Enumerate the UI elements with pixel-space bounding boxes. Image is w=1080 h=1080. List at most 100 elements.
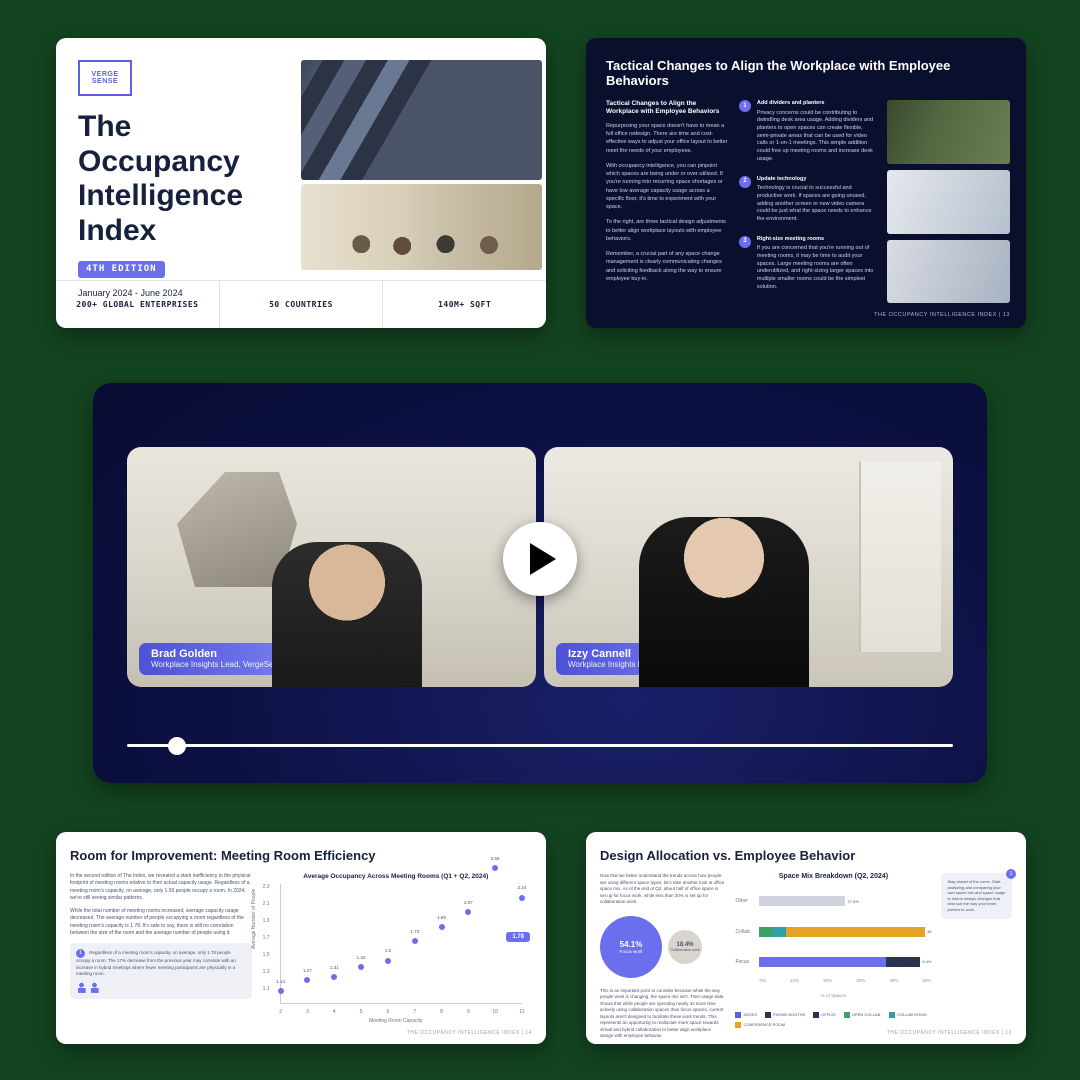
body-text: Repurposing your space doesn't have to m… (606, 122, 729, 155)
play-button[interactable] (503, 522, 577, 596)
data-point (492, 865, 498, 871)
bar-segment (786, 927, 925, 937)
data-point (439, 924, 445, 930)
body-text: Remember, a crucial part of any space ch… (606, 250, 729, 283)
x-tick: 8 (440, 1009, 443, 1015)
photo-thumb (887, 100, 1010, 164)
body-text: To the right, are three tactical design … (606, 218, 729, 243)
x-tick: 11 (519, 1009, 524, 1015)
x-axis-label: Meeting Room Capacity (260, 1018, 532, 1024)
data-label: 1.42 (357, 955, 366, 960)
data-label: 1.14 (276, 979, 285, 984)
stat-countries: 50 COUNTRIES (220, 281, 384, 328)
data-label: 1.31 (330, 965, 339, 970)
list-item-body: If you are concerned that you're running… (757, 245, 877, 291)
stacked-bar-chart: Other27.5%Collab.46Focus4.4%0% 10% 20% 30% 4… (759, 886, 931, 981)
y-tick: 1.9 (263, 918, 270, 924)
x-tick: 20% (823, 978, 832, 983)
y-tick: 1.1 (263, 986, 270, 992)
hero-image-building (301, 60, 542, 180)
video-player[interactable]: Brad Golden Workplace Insights Lead, Ver… (93, 383, 987, 783)
chart-legend: DESKSPHONE BOOTHSOFFICEOPEN COLLAB.COLLA… (735, 1012, 931, 1028)
stat-enterprises: 200+ GLOBAL ENTERPRISES (56, 281, 220, 328)
x-tick: 9 (467, 1009, 470, 1015)
name-chip: Izzy Cannell Workplace Insights Lead, Ve… (556, 643, 716, 675)
bar-row: Focus4.4% (759, 947, 931, 977)
bar-segment (909, 957, 921, 967)
report-title: The Occupancy Intelligence Index (78, 110, 301, 248)
data-label: 2.24 (518, 885, 527, 890)
stats-row: 200+ GLOBAL ENTERPRISES 50 COUNTRIES 140… (56, 280, 546, 328)
progress-thumb[interactable] (168, 737, 186, 755)
cover-slide: VERGESENSE The Occupancy Intelligence In… (56, 38, 546, 328)
callout-box: 1 Regardless of a meeting room's capacit… (70, 943, 252, 999)
bar-value-label: 4.4% (922, 959, 931, 964)
tip-callout: 1 Stay ahead of the curve. Start analyzi… (941, 873, 1012, 919)
data-label: 1.89 (437, 915, 446, 920)
section-subhead: Tactical Changes to Align the Workplace … (606, 100, 729, 117)
page-footer: THE OCCUPANCY INTELLIGENCE INDEX | 13 (874, 312, 1010, 318)
data-point (385, 958, 391, 964)
legend-item: OPEN COLLAB. (844, 1012, 881, 1018)
slide-title: Room for Improvement: Meeting Room Effic… (70, 848, 532, 863)
x-tick: 0% (759, 978, 766, 983)
data-point (331, 974, 337, 980)
bar-value-label: 46 (927, 929, 931, 934)
x-tick: 4 (333, 1009, 336, 1015)
x-tick: 10 (492, 1009, 498, 1015)
bar-segment (759, 896, 845, 906)
data-label: 2.59 (491, 856, 500, 861)
list-number-icon: 2 (739, 176, 751, 188)
legend-item: DESKS (735, 1012, 757, 1018)
vergesense-logo: VERGESENSE (78, 60, 132, 96)
body-text: This is an important point to consider b… (600, 988, 725, 1040)
bar-row: Other27.5% (759, 886, 931, 916)
stat-sqft: 140M+ SQFT (383, 281, 546, 328)
slide-title: Tactical Changes to Align the Workplace … (606, 58, 1010, 88)
bar-value-label: 27.5% (847, 899, 858, 904)
bar-category-label: Other (735, 898, 748, 904)
y-tick: 2.1 (263, 901, 270, 907)
legend-item: PHONE BOOTHS (765, 1012, 805, 1018)
bar-segment (759, 927, 771, 937)
page-footer: THE OCCUPANCY INTELLIGENCE INDEX | 12 (887, 1030, 1012, 1036)
video-participant: Brad Golden Workplace Insights Lead, Ver… (127, 447, 536, 687)
design-allocation-slide: Design Allocation vs. Employee Behavior … (586, 832, 1026, 1044)
page-footer: THE OCCUPANCY INTELLIGENCE INDEX | 14 (407, 1030, 532, 1036)
x-tick: 10% (790, 978, 799, 983)
data-point (358, 964, 364, 970)
list-item-body: Technology is crucial to successful and … (757, 185, 877, 223)
photo-thumb (887, 170, 1010, 234)
bar-segment (759, 957, 886, 967)
participant-name: Izzy Cannell (568, 648, 704, 660)
pie-chart: 54.1%Focus work 18.4%Collaboration work (600, 916, 725, 978)
x-tick: 5 (360, 1009, 363, 1015)
data-point (465, 909, 471, 915)
collab-share: 18.4%Collaboration work (668, 930, 702, 964)
x-axis-ticks: 0%10%20%30%40%50% (759, 978, 931, 983)
scatter-chart: Average Occupancy Across Meeting Rooms (… (260, 873, 532, 1024)
data-label: 2.07 (464, 900, 473, 905)
bar-row: Collab.46 (759, 916, 931, 946)
name-chip: Brad Golden Workplace Insights Lead, Ver… (139, 643, 299, 675)
video-participant: Izzy Cannell Workplace Insights Lead, Ve… (544, 447, 953, 687)
bar-segment (886, 957, 908, 967)
list-item-title: Update technology (757, 176, 877, 184)
bar-segment (772, 927, 786, 937)
progress-track[interactable] (127, 744, 953, 747)
callout-text: Regardless of a meeting room's capacity,… (76, 950, 236, 976)
callout-number-icon: 1 (76, 949, 85, 958)
data-point (278, 988, 284, 994)
list-item-title: Add dividers and planters (757, 100, 877, 108)
average-flag: 1.78 (506, 932, 530, 942)
bar-category-label: Collab. (735, 929, 751, 935)
y-tick: 1.3 (263, 969, 270, 975)
photo-thumb (887, 240, 1010, 304)
list-number-icon: 3 (739, 236, 751, 248)
x-tick: 30% (856, 978, 865, 983)
participant-role: Workplace Insights Lead, VergeSense (151, 660, 287, 669)
hero-image-meeting (301, 184, 542, 270)
edition-badge: 4TH EDITION (78, 261, 165, 278)
x-tick: 3 (306, 1009, 309, 1015)
chart-title: Space Mix Breakdown (Q2, 2024) (735, 873, 931, 880)
